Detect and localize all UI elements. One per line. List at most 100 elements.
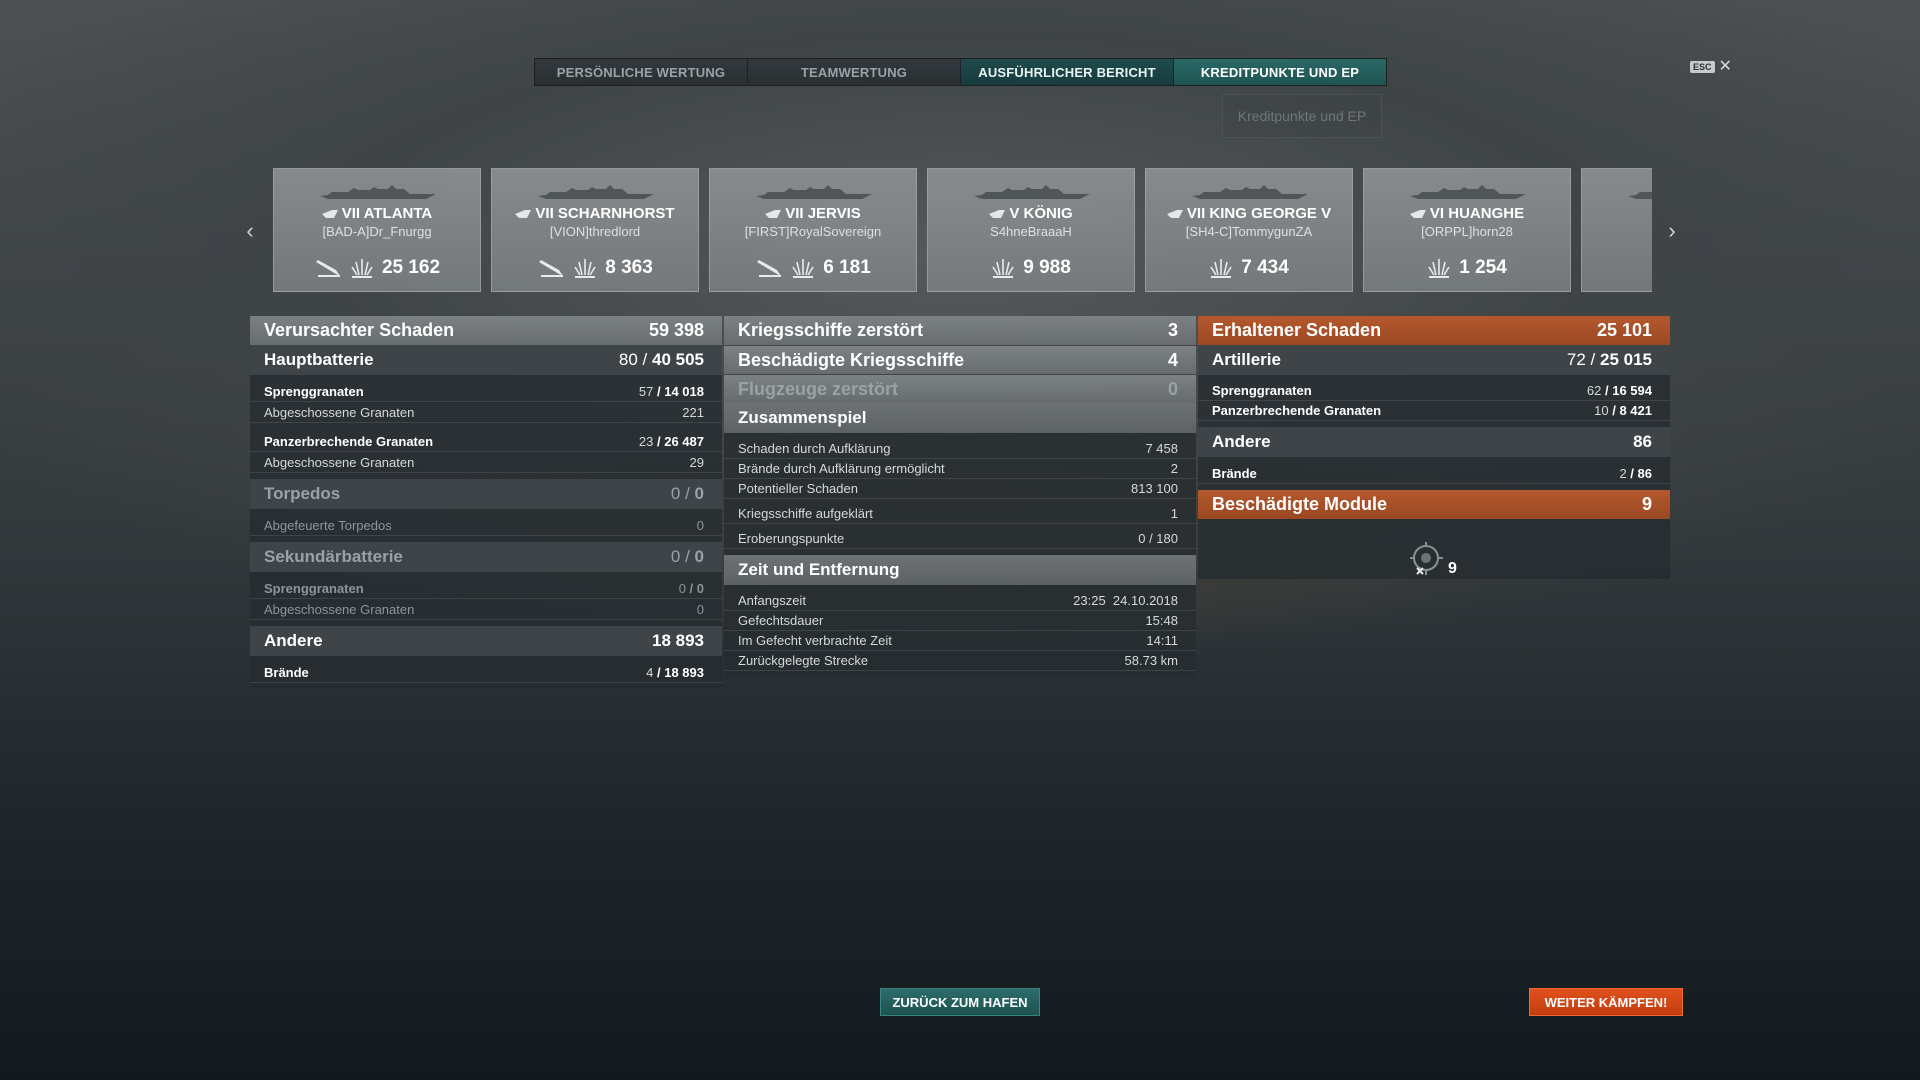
ship-damage-row: 6 181 [710,257,916,279]
received-he-hits: 62 [1586,383,1602,398]
ship-card[interactable]: VII ATLANTA [BAD-A]Dr_Fnurgg 25 162 [273,168,481,292]
sec-he-value: 0 [696,580,704,596]
torpedoes-hits: 0 [670,484,681,503]
left-fires-row: Brände 4 / 18 893 [250,662,722,683]
spot-fires-label: Brände durch Aufklärung ermöglicht [738,461,945,476]
caused-damage-label: Verursachter Schaden [264,320,455,340]
capture-value: 180 [1156,530,1178,546]
ship-silhouette-icon [1192,185,1308,199]
teamplay-header: Zusammenspiel [724,403,1196,433]
right-fires-value: 86 [1637,465,1652,481]
carousel-right-arrow[interactable]: › [1662,218,1682,244]
spot-fires-row: Brände durch Aufklärung ermöglicht 2 [724,459,1196,479]
torp-fired-value: 0 [696,517,704,533]
damaged-turret-icon [1410,542,1443,575]
in-battle-label: Im Gefecht verbrachte Zeit [738,633,892,648]
left-other-value: 18 893 [652,631,704,650]
damaged-module-entry: 9 [1408,540,1457,578]
torp-fired-label: Abgefeuerte Torpedos [264,517,392,533]
received-he-row: Sprenggranaten 62 / 16 594 [1198,381,1670,401]
destroyed-header: Kriegsschiffe zerstört 3 [724,316,1196,345]
received-damage-header: Erhaltener Schaden 25 101 [1198,316,1670,345]
ship-class-icon [989,210,1006,219]
ship-damage-value: 25 162 [381,257,441,278]
right-fires-hits: 2 [1619,465,1627,481]
left-other-label: Andere [264,631,323,650]
right-fires-row: Brände 2 / 86 [1198,463,1670,484]
ap-fired-label: Abgeschossene Granaten [264,454,415,470]
left-other-header: Andere 18 893 [250,626,722,656]
damaged-module-count: 9 [1448,560,1457,577]
capture-points-row: Eroberungspunkte 0 / 180 [724,528,1196,549]
ship-card[interactable]: VII KING GEORGE V [SH4-C]TommygunZA 7 434 [1145,168,1353,292]
sec-fired-value: 0 [696,601,704,617]
damaged-value: 4 [1167,349,1178,370]
potential-damage-value: 813 100 [1131,481,1178,496]
secondary-header: Sekundärbatterie 0 / 0 [250,542,722,572]
carousel-left-arrow[interactable]: ‹ [240,218,260,244]
ship-card[interactable]: VI [1581,168,1652,292]
tab-credits-xp[interactable]: KREDITPUNKTE UND EP [1174,59,1386,85]
ship-name: VII JERVIS [710,205,916,222]
time-distance-header: Zeit und Entfernung [724,555,1196,585]
ship-damage-value: 6 181 [823,257,871,278]
back-to-port-button[interactable]: ZURÜCK ZUM HAFEN [880,988,1040,1016]
damaged-ships-carousel: VII ATLANTA [BAD-A]Dr_Fnurgg 25 162 VII SCH… [273,168,1652,292]
ship-name: VII SCHARNHORST [492,205,698,222]
he-label: Sprenggranaten [264,383,364,399]
ship-damage-value: 9 988 [1023,257,1071,278]
in-battle-row: Im Gefecht verbrachte Zeit 14:11 [724,631,1196,651]
artillery-hits: 72 [1566,350,1586,369]
shell-hit-icon [574,259,596,278]
ap-value: 26 487 [664,433,704,449]
tab-detailed-report[interactable]: AUSFÜHRLICHER BERICHT [961,59,1174,85]
ship-silhouette-icon [1410,185,1526,199]
ship-name: VII KING GEORGE V [1146,205,1352,222]
right-other-header: Andere 86 [1198,427,1670,457]
he-hits: 57 [638,383,654,399]
ship-name: VI HUANGHE [1364,205,1570,222]
ship-name: VI [1582,205,1652,222]
received-he-value: 16 594 [1612,383,1652,398]
he-row: Sprenggranaten 57 / 14 018 [250,381,722,402]
ship-name: VII ATLANTA [274,205,480,222]
caused-damage-value: 59 398 [648,320,704,340]
torpedoes-header: Torpedos 0 / 0 [250,479,722,509]
player-name: [FIRST]RoyalSovereign [744,224,882,239]
in-battle-value: 14:11 [1146,633,1178,648]
torpedo-hit-icon [315,260,340,277]
spot-damage-value: 7 458 [1145,441,1178,456]
start-time-label: Anfangszeit [738,593,806,608]
damaged-modules-header: Beschädigte Module 9 [1198,490,1670,519]
ship-class-icon [1166,210,1183,219]
destroyed-label: Kriegsschiffe zerstört [738,320,924,340]
keep-fighting-button[interactable]: WEITER KÄMPFEN! [1529,988,1683,1016]
he-value: 14 018 [664,383,704,399]
torpedoes-value: 0 [694,484,704,503]
credits-xp-subtab[interactable]: Kreditpunkte und EP [1222,94,1382,138]
ships-spotted-value: 1 [1170,505,1178,521]
close-button[interactable]: ESC ✕ [1690,59,1732,75]
capture-points-label: Eroberungspunkte [738,530,845,546]
ship-card[interactable]: V KÖNIG S4hneBraaaH 9 988 [927,168,1135,292]
tab-personal-score[interactable]: PERSÖNLICHE WERTUNG [535,59,748,85]
shell-hit-icon [1210,259,1232,278]
sec-fired-row: Abgeschossene Granaten 0 [250,599,722,620]
ship-damage-value: 1 254 [1459,257,1507,278]
received-he-label: Sprenggranaten [1212,383,1312,398]
right-other-label: Andere [1212,432,1271,451]
shell-hit-icon [351,259,373,278]
player-name: S4hneBraaaH [990,224,1072,239]
ship-card[interactable]: VII SCHARNHORST [VION]thredlord 8 363 [491,168,699,292]
received-damage-value: 25 101 [1596,320,1652,340]
destroyed-value: 3 [1167,320,1178,340]
ship-silhouette-icon [320,185,436,199]
ships-spotted-row: Kriegsschiffe aufgeklärt 1 [724,503,1196,524]
ship-card[interactable]: VII JERVIS [FIRST]RoyalSovereign 6 181 [709,168,917,292]
shell-hit-icon [992,259,1014,278]
tab-team-score[interactable]: TEAMWERTUNG [748,59,961,85]
damaged-modules-value: 9 [1641,494,1652,514]
ship-card[interactable]: VI HUANGHE [ORPPL]horn28 1 254 [1363,168,1571,292]
ship-silhouette-icon [974,185,1090,199]
damaged-label: Beschädigte Kriegsschiffe [738,349,965,370]
